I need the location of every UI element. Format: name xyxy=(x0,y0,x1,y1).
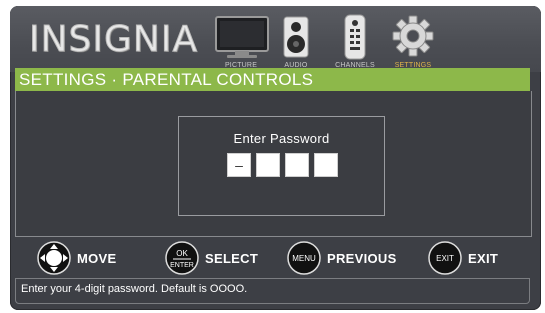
password-digit-4[interactable] xyxy=(314,153,338,177)
top-menu-bar: INSIGNIA PICTURE AUDIO CHANNELS SETTINGS xyxy=(10,6,541,72)
speaker-icon xyxy=(283,16,309,58)
status-text: Enter your 4-digit password. Default is … xyxy=(21,283,248,295)
menu-item-picture[interactable]: PICTURE xyxy=(211,10,271,72)
button-help-row: MOVE OK ENTER SELECT MENU PREVIOUS EXIT xyxy=(15,239,530,277)
menu-button-icon: MENU xyxy=(287,241,321,275)
help-previous-label: PREVIOUS xyxy=(327,251,397,266)
page-title: SETTINGS · PARENTAL CONTROLS xyxy=(19,70,314,89)
svg-text:EXIT: EXIT xyxy=(436,254,454,263)
help-move-label: MOVE xyxy=(77,251,117,266)
password-digit-2[interactable] xyxy=(256,153,280,177)
svg-text:MENU: MENU xyxy=(292,254,316,263)
help-exit-label: EXIT xyxy=(468,251,499,266)
password-digit-1[interactable]: – xyxy=(227,153,251,177)
help-select-label: SELECT xyxy=(205,251,259,266)
menu-item-audio[interactable]: AUDIO xyxy=(266,10,326,72)
svg-text:ENTER: ENTER xyxy=(170,262,194,269)
gear-icon xyxy=(392,15,434,57)
tv-menu-frame: INSIGNIA PICTURE AUDIO CHANNELS SETTINGS… xyxy=(10,6,541,310)
content-panel: Enter Password – xyxy=(15,91,532,237)
brand-logo: INSIGNIA xyxy=(28,19,199,61)
remote-icon xyxy=(344,14,366,60)
password-digit-3[interactable] xyxy=(285,153,309,177)
dialog-title: Enter Password xyxy=(233,131,330,146)
svg-text:OK: OK xyxy=(176,249,188,258)
tv-icon xyxy=(215,16,269,58)
ok-enter-icon: OK ENTER xyxy=(165,241,199,275)
password-dialog: Enter Password – xyxy=(178,116,385,216)
menu-item-channels[interactable]: CHANNELS xyxy=(325,10,385,72)
screen-title-bar: SETTINGS · PARENTAL CONTROLS xyxy=(15,68,530,91)
menu-item-settings[interactable]: SETTINGS xyxy=(383,10,443,72)
dpad-icon xyxy=(37,241,71,275)
exit-button-icon: EXIT xyxy=(428,241,462,275)
status-bar: Enter your 4-digit password. Default is … xyxy=(15,278,530,304)
